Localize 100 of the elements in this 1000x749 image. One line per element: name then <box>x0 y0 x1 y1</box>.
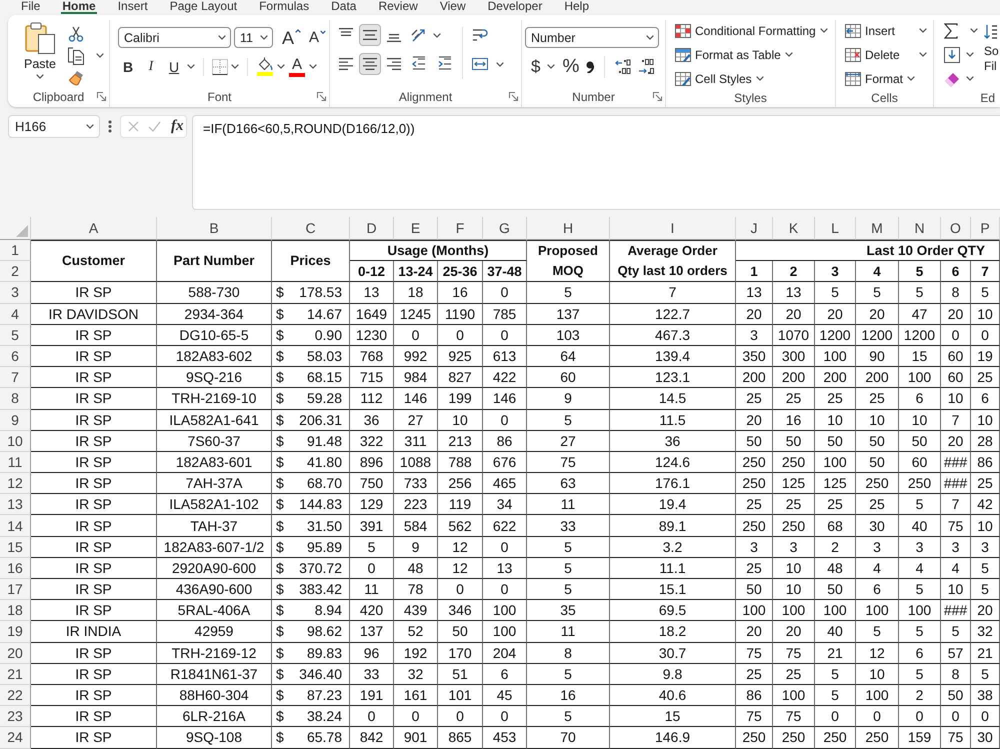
cells-command-button[interactable]: Insert <box>845 20 927 41</box>
dialog-launcher-icon[interactable] <box>97 92 106 101</box>
dialog-launcher-icon[interactable] <box>653 92 662 101</box>
row-header[interactable]: 7 <box>0 367 31 388</box>
styles-command-button[interactable]: Format as Table <box>675 44 835 65</box>
copy-icon[interactable] <box>68 46 84 64</box>
paste-button[interactable]: Paste <box>20 22 60 88</box>
check-icon[interactable] <box>148 121 161 132</box>
column-header[interactable]: J <box>736 217 773 240</box>
comma-icon[interactable] <box>586 60 594 72</box>
column-header[interactable]: N <box>899 217 941 240</box>
dotted-grid-icon[interactable] <box>212 58 228 74</box>
dialog-launcher-icon[interactable] <box>317 92 326 101</box>
column-header[interactable]: M <box>856 217 899 240</box>
chevron-down-icon[interactable] <box>231 64 239 69</box>
fill-color-button[interactable] <box>256 57 274 76</box>
styles-command-button[interactable]: Conditional Formatting <box>675 20 835 41</box>
font-size-field[interactable]: 11 <box>234 27 273 48</box>
row-header[interactable]: 5 <box>0 324 31 346</box>
row-header[interactable]: 12 <box>0 473 31 494</box>
row-header[interactable]: 14 <box>0 515 31 537</box>
column-header[interactable]: K <box>773 217 815 240</box>
cells-command-button[interactable]: Delete <box>845 44 927 65</box>
row-header[interactable]: 22 <box>0 684 31 706</box>
shrink-font-button[interactable]: A <box>309 30 326 45</box>
ribbon-tab[interactable]: Insert <box>116 0 149 14</box>
cells-command-button[interactable]: Format <box>845 68 933 89</box>
align-center-button[interactable] <box>359 53 381 75</box>
grow-font-button[interactable]: A <box>282 28 302 46</box>
eraser-icon[interactable] <box>944 70 960 86</box>
column-header[interactable]: D <box>350 217 394 240</box>
formula-input-field[interactable]: =IF(D166<60,5,ROUND(D166/12,0)) <box>192 115 1000 210</box>
sort-filter-button[interactable]: So Fil <box>984 20 1000 89</box>
ribbon-tab[interactable]: File <box>20 0 42 14</box>
wrap-text-icon[interactable] <box>472 27 488 43</box>
column-header[interactable]: A <box>31 217 157 240</box>
chevron-down-icon[interactable] <box>970 28 978 33</box>
row-header[interactable]: 18 <box>0 600 31 622</box>
chevron-down-icon[interactable] <box>187 64 195 69</box>
row-header[interactable]: 9 <box>0 410 31 431</box>
chevron-down-icon[interactable] <box>496 62 504 66</box>
number-format-field[interactable]: Number <box>525 27 659 48</box>
row-header[interactable]: 1 <box>0 240 31 262</box>
ribbon-tab[interactable]: Developer <box>486 0 544 14</box>
row-header[interactable]: 16 <box>0 558 31 579</box>
row-header[interactable]: 13 <box>0 494 31 516</box>
column-header[interactable]: B <box>157 217 272 240</box>
name-box[interactable]: H166 <box>8 115 100 138</box>
percent-button[interactable]: % <box>562 57 580 76</box>
column-header[interactable]: P <box>971 217 1000 240</box>
row-header[interactable]: 19 <box>0 621 31 643</box>
chevron-down-icon[interactable] <box>96 53 104 58</box>
scissors-icon[interactable] <box>68 26 84 42</box>
row-header[interactable]: 6 <box>0 346 31 368</box>
currency-button[interactable]: $ <box>531 58 540 75</box>
column-header[interactable]: I <box>610 217 736 240</box>
paintbrush-icon[interactable] <box>68 70 84 86</box>
ribbon-tab[interactable]: Formulas <box>258 0 310 14</box>
row-header[interactable]: 17 <box>0 579 31 600</box>
ribbon-tab[interactable]: Page Layout <box>168 0 238 14</box>
italic-button[interactable]: I <box>141 56 161 76</box>
row-header[interactable]: 2 <box>0 261 31 282</box>
ribbon-tab[interactable]: Review <box>377 0 419 14</box>
row-header[interactable]: 10 <box>0 430 31 452</box>
double-arrow-box-icon[interactable] <box>472 56 488 72</box>
font-name-field[interactable]: Calibri <box>118 27 231 48</box>
row-header[interactable]: 4 <box>0 304 31 325</box>
chevron-down-icon[interactable] <box>277 64 285 69</box>
align-middle-button[interactable] <box>359 24 381 46</box>
column-header[interactable]: O <box>941 217 971 240</box>
chevron-down-icon[interactable] <box>547 64 556 69</box>
font-color-button[interactable]: A <box>288 56 306 76</box>
more-vertical-icon[interactable] <box>108 120 112 133</box>
row-header[interactable]: 15 <box>0 536 31 558</box>
underline-button[interactable]: U <box>164 56 184 76</box>
decrease-indent-icon[interactable] <box>411 56 427 72</box>
column-header[interactable]: E <box>394 217 438 240</box>
row-header[interactable]: 24 <box>0 727 31 748</box>
chevron-down-icon[interactable] <box>966 52 974 57</box>
styles-command-button[interactable]: Cell Styles <box>675 68 835 89</box>
column-header[interactable]: L <box>815 217 856 240</box>
column-header[interactable]: F <box>438 217 483 240</box>
row-header[interactable]: 21 <box>0 664 31 685</box>
dialog-launcher-icon[interactable] <box>509 92 518 101</box>
column-header[interactable]: H <box>527 217 610 240</box>
column-header[interactable]: G <box>483 217 527 240</box>
fill-down-icon[interactable] <box>944 46 960 62</box>
increase-decimal-icon[interactable] <box>615 58 632 74</box>
sum-icon[interactable] <box>944 22 958 38</box>
row-header[interactable]: 11 <box>0 452 31 474</box>
ribbon-tab[interactable]: View <box>438 0 467 14</box>
diagonal-arrow-icon[interactable] <box>411 27 427 43</box>
chevron-down-icon[interactable] <box>966 76 974 81</box>
increase-indent-icon[interactable] <box>437 56 453 72</box>
ribbon-tab[interactable]: Help <box>563 0 590 14</box>
chevron-down-icon[interactable] <box>309 64 317 69</box>
bold-button[interactable]: B <box>118 56 138 76</box>
row-header[interactable]: 8 <box>0 388 31 410</box>
ribbon-tab[interactable]: Data <box>330 0 358 14</box>
row-header[interactable]: 23 <box>0 706 31 728</box>
